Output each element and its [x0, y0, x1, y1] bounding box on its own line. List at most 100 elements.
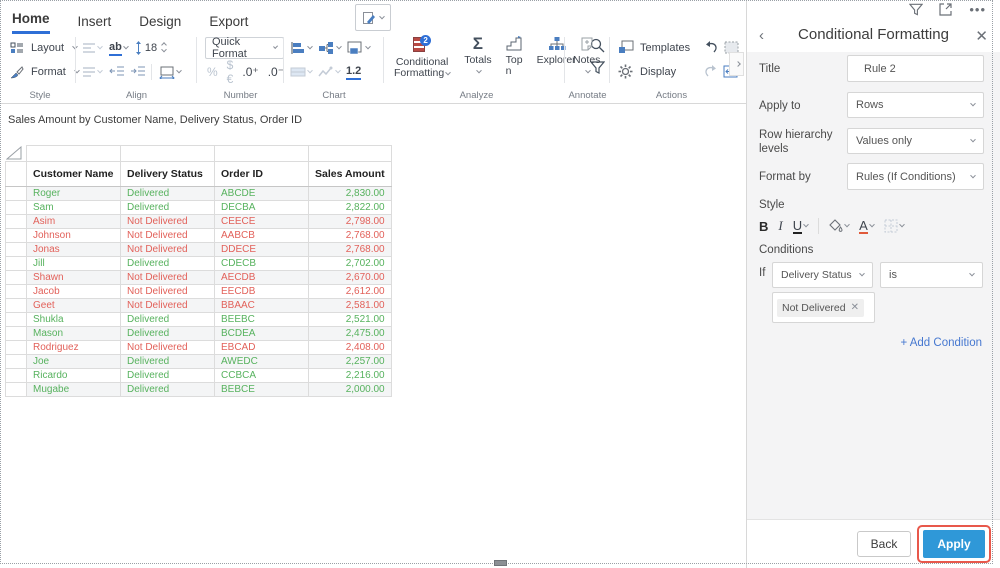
order-id-cell[interactable]: CEECE — [215, 215, 309, 229]
row-selector-cell[interactable] — [6, 215, 27, 229]
quick-format-dropdown[interactable]: Quick Format — [205, 37, 284, 59]
more-options-icon[interactable]: ••• — [969, 5, 986, 15]
amount-cell[interactable]: 2,768.00 — [309, 243, 392, 257]
increase-decimal-button[interactable]: .0⁺ — [242, 65, 258, 79]
apply-to-select[interactable]: Rows — [847, 92, 984, 118]
order-id-cell[interactable]: DDECE — [215, 243, 309, 257]
text-format-button[interactable]: ab — [109, 41, 128, 56]
row-selector-cell[interactable] — [6, 187, 27, 201]
order-id-cell[interactable]: AABCB — [215, 229, 309, 243]
amount-cell[interactable]: 2,521.00 — [309, 313, 392, 327]
sparkline-button[interactable] — [318, 66, 340, 78]
tab-design[interactable]: Design — [139, 14, 181, 34]
empty-header-cell[interactable] — [27, 146, 121, 162]
row-height-control[interactable]: 18 — [135, 41, 166, 55]
customer-cell[interactable]: Shukla — [27, 313, 121, 327]
tab-home[interactable]: Home — [12, 11, 50, 34]
status-cell[interactable]: Not Delivered — [121, 299, 215, 313]
bar-chart-button[interactable] — [290, 41, 312, 55]
redo-icon[interactable] — [703, 65, 717, 79]
customer-cell[interactable]: Geet — [27, 299, 121, 313]
order-id-cell[interactable]: EBCAD — [215, 341, 309, 355]
bold-button[interactable]: B — [759, 219, 768, 234]
underline-button[interactable]: U — [793, 219, 808, 234]
amount-cell[interactable]: 2,408.00 — [309, 341, 392, 355]
status-cell[interactable]: Not Delivered — [121, 243, 215, 257]
order-id-cell[interactable]: BBAAC — [215, 299, 309, 313]
customer-cell[interactable]: Jill — [27, 257, 121, 271]
borders-button[interactable] — [884, 219, 904, 233]
customer-cell[interactable]: Rodriguez — [27, 341, 121, 355]
status-cell[interactable]: Delivered — [121, 327, 215, 341]
condition-operator-select[interactable]: is — [880, 262, 983, 288]
font-color-button[interactable]: A — [859, 219, 874, 234]
hierarchy-select[interactable]: Values only — [847, 128, 984, 154]
layout-button[interactable]: Layout — [10, 37, 77, 59]
display-button[interactable]: Display — [640, 66, 676, 78]
add-condition-link[interactable]: + Add Condition — [900, 337, 982, 349]
row-selector-cell[interactable] — [6, 341, 27, 355]
status-cell[interactable]: Delivered — [121, 313, 215, 327]
v-align-button[interactable] — [82, 66, 102, 78]
amount-cell[interactable]: 2,000.00 — [309, 383, 392, 397]
amount-cell[interactable]: 2,822.00 — [309, 201, 392, 215]
customer-cell[interactable]: Sam — [27, 201, 121, 215]
templates-button[interactable]: Templates — [640, 42, 690, 54]
customer-cell[interactable]: Jacob — [27, 285, 121, 299]
row-selector-header[interactable] — [6, 162, 27, 187]
italic-button[interactable]: I — [778, 218, 782, 234]
column-header-amount[interactable]: Sales Amount — [309, 162, 392, 187]
decrease-decimal-button[interactable]: .0⁻ — [268, 65, 284, 79]
row-selector-cell[interactable] — [6, 285, 27, 299]
decimal-places-button[interactable]: 1.2 — [346, 65, 361, 80]
row-selector-cell[interactable] — [6, 299, 27, 313]
order-id-cell[interactable]: CCBCA — [215, 369, 309, 383]
order-id-cell[interactable]: EECDB — [215, 285, 309, 299]
status-cell[interactable]: Delivered — [121, 369, 215, 383]
condition-field-select[interactable]: Delivery Status — [772, 262, 873, 288]
tab-insert[interactable]: Insert — [78, 14, 112, 34]
order-id-cell[interactable]: BEBCE — [215, 383, 309, 397]
table-view-button[interactable] — [290, 66, 312, 78]
close-icon[interactable]: ✕ — [975, 27, 988, 45]
customer-cell[interactable]: Joe — [27, 355, 121, 369]
chip-remove-icon[interactable]: ✕ — [851, 302, 859, 313]
font-size-stepper[interactable] — [162, 43, 166, 53]
indent-decrease-button[interactable] — [109, 65, 123, 79]
column-header-customer[interactable]: Customer Name — [27, 162, 121, 187]
empty-header-cell[interactable] — [121, 146, 215, 162]
empty-header-cell[interactable] — [309, 146, 392, 162]
customer-cell[interactable]: Mason — [27, 327, 121, 341]
tab-export[interactable]: Export — [209, 14, 248, 34]
amount-cell[interactable]: 2,581.00 — [309, 299, 392, 313]
amount-cell[interactable]: 2,768.00 — [309, 229, 392, 243]
expand-icon[interactable] — [939, 3, 953, 17]
status-cell[interactable]: Delivered — [121, 383, 215, 397]
row-selector-cell[interactable] — [6, 271, 27, 285]
fill-color-button[interactable] — [829, 219, 849, 233]
status-cell[interactable]: Not Delivered — [121, 285, 215, 299]
status-cell[interactable]: Delivered — [121, 201, 215, 215]
order-id-cell[interactable]: CDECB — [215, 257, 309, 271]
format-button[interactable]: Format — [10, 61, 79, 83]
column-header-status[interactable]: Delivery Status — [121, 162, 215, 187]
panel-collapse-toggle[interactable] — [729, 52, 744, 76]
amount-cell[interactable]: 2,670.00 — [309, 271, 392, 285]
status-cell[interactable]: Delivered — [121, 355, 215, 369]
order-id-cell[interactable]: BEEBC — [215, 313, 309, 327]
customer-cell[interactable]: Jonas — [27, 243, 121, 257]
cell-size-button[interactable] — [159, 66, 181, 79]
customer-cell[interactable]: Johnson — [27, 229, 121, 243]
row-selector-cell[interactable] — [6, 369, 27, 383]
notes-button[interactable]: Notes — [573, 36, 600, 74]
amount-cell[interactable]: 2,798.00 — [309, 215, 392, 229]
apply-button[interactable]: Apply — [923, 530, 985, 558]
empty-header-cell[interactable] — [215, 146, 309, 162]
order-id-cell[interactable]: DECBA — [215, 201, 309, 215]
order-id-cell[interactable]: AECDB — [215, 271, 309, 285]
h-align-button[interactable] — [82, 42, 102, 54]
amount-cell[interactable]: 2,216.00 — [309, 369, 392, 383]
row-selector-cell[interactable] — [6, 355, 27, 369]
conditional-formatting-button[interactable]: 2 Conditional Formatting — [394, 36, 450, 79]
status-cell[interactable]: Not Delivered — [121, 229, 215, 243]
